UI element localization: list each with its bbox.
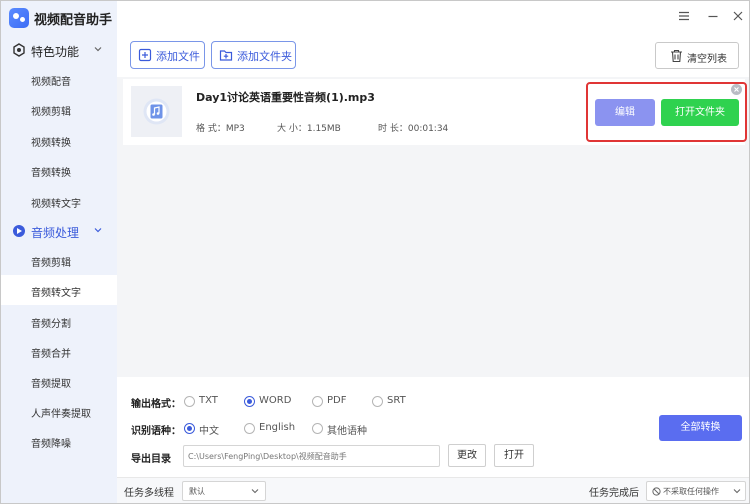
audio-file-icon [143, 98, 170, 125]
sidebar-item-video-dub[interactable]: 视频配音 [1, 64, 117, 94]
sidebar-item-label: 视频剪辑 [31, 107, 71, 118]
sidebar: 视频配音助手 特色功能 视频配音 视频剪辑 视频转换 音频转换 视频转文字 音频… [1, 1, 117, 503]
chevron-down-icon [733, 489, 741, 494]
app-title: 视频配音助手 [34, 13, 113, 28]
lang-label: 识别语种： [131, 426, 181, 437]
sidebar-item-audio-to-text[interactable]: 音频转文字 [1, 275, 117, 305]
format-pdf-label: PDF [327, 395, 347, 406]
file-format: 格 式：MP3 [196, 124, 245, 134]
sidebar-item-label: 人声伴奏提取 [31, 409, 91, 420]
lang-english-label: English [259, 422, 296, 433]
sidebar-item-label: 视频转文字 [31, 199, 81, 210]
sidebar-item-audio-merge[interactable]: 音频合并 [1, 336, 117, 366]
file-thumbnail [131, 86, 182, 137]
add-folder-label: 添加文件夹 [237, 50, 292, 63]
file-duration: 时 长：00:01:34 [378, 124, 449, 134]
open-dir-button[interactable]: 打开 [494, 444, 534, 467]
file-size: 大 小：1.15MB [277, 124, 341, 134]
feature-icon [13, 43, 25, 57]
threads-select[interactable]: 默认 [182, 481, 266, 501]
change-dir-button[interactable]: 更改 [448, 444, 486, 467]
sidebar-group-features[interactable]: 特色功能 [1, 36, 117, 64]
chevron-down-icon [94, 228, 102, 233]
export-dir-input[interactable]: C:\Users\FengPing\Desktop\视频配音助手 [183, 445, 440, 467]
chevron-down-icon [251, 489, 259, 494]
minimize-icon[interactable] [706, 9, 720, 23]
threads-label: 任务多线程 [124, 488, 174, 499]
convert-all-button[interactable]: 全部转换 [659, 415, 742, 441]
close-icon [734, 87, 739, 92]
sidebar-item-video-to-text[interactable]: 视频转文字 [1, 186, 117, 216]
sidebar-item-video-convert[interactable]: 视频转换 [1, 125, 117, 155]
sidebar-item-label: 音频转文字 [31, 288, 81, 299]
sidebar-item-video-edit[interactable]: 视频剪辑 [1, 94, 117, 124]
sidebar-group-audio[interactable]: 音频处理 [1, 217, 117, 245]
export-dir-label: 导出目录 [131, 454, 171, 465]
format-word-label: WORD [259, 395, 292, 406]
sidebar-item-label: 音频提取 [31, 379, 71, 390]
app-window: 视频配音助手 特色功能 视频配音 视频剪辑 视频转换 音频转换 视频转文字 音频… [0, 0, 750, 504]
threads-value: 默认 [189, 487, 205, 496]
chevron-down-icon [94, 47, 102, 52]
sidebar-item-label: 音频降噪 [31, 439, 71, 450]
lang-chinese-label: 中文 [199, 426, 219, 437]
lang-other-label: 其他语种 [327, 426, 367, 437]
trash-icon [671, 49, 682, 63]
sidebar-item-label: 视频转换 [31, 138, 71, 149]
sidebar-item-audio-denoise[interactable]: 音频降噪 [1, 426, 117, 456]
app-logo-icon [9, 8, 29, 28]
after-task-value: 不采取任何操作 [663, 487, 719, 496]
add-folder-button[interactable]: 添加文件夹 [211, 41, 296, 69]
sidebar-item-label: 音频合并 [31, 349, 71, 360]
menu-icon[interactable] [677, 9, 691, 23]
add-file-label: 添加文件 [156, 50, 200, 63]
radio-english[interactable] [244, 423, 255, 434]
sidebar-item-label: 视频配音 [31, 77, 71, 88]
add-folder-icon [219, 50, 233, 61]
no-action-icon [652, 487, 661, 496]
sidebar-item-label: 音频转换 [31, 168, 71, 179]
audio-process-icon [13, 225, 25, 237]
format-srt-label: SRT [387, 395, 406, 406]
add-file-button[interactable]: 添加文件 [130, 41, 205, 69]
add-file-icon [138, 48, 152, 62]
sidebar-item-audio-edit[interactable]: 音频剪辑 [1, 245, 117, 275]
clear-list-button[interactable]: 清空列表 [655, 42, 739, 69]
radio-other-lang[interactable] [312, 423, 323, 434]
open-folder-button[interactable]: 打开文件夹 [661, 99, 739, 126]
format-label: 输出格式： [131, 399, 181, 410]
radio-srt[interactable] [372, 396, 383, 407]
remove-file-button[interactable] [731, 84, 742, 95]
edit-button[interactable]: 编辑 [595, 99, 655, 126]
sidebar-group-label: 音频处理 [31, 226, 80, 240]
clear-list-label: 清空列表 [687, 54, 727, 65]
sidebar-item-label: 音频分割 [31, 319, 71, 330]
radio-chinese[interactable] [184, 423, 195, 434]
sidebar-item-audio-split[interactable]: 音频分割 [1, 306, 117, 336]
radio-word[interactable] [244, 396, 255, 407]
file-name: Day1讨论英语重要性音频(1).mp3 [196, 91, 375, 104]
radio-pdf[interactable] [312, 396, 323, 407]
sidebar-item-label: 音频剪辑 [31, 258, 71, 269]
close-icon[interactable] [731, 9, 745, 23]
radio-txt[interactable] [184, 396, 195, 407]
sidebar-group-label: 特色功能 [31, 45, 80, 59]
after-task-select[interactable]: 不采取任何操作 [646, 481, 746, 501]
sidebar-item-audio-extract[interactable]: 音频提取 [1, 366, 117, 396]
sidebar-item-vocal-extract[interactable]: 人声伴奏提取 [1, 396, 117, 426]
after-task-label: 任务完成后 [589, 488, 639, 499]
sidebar-item-audio-convert[interactable]: 音频转换 [1, 155, 117, 185]
format-txt-label: TXT [199, 395, 218, 406]
